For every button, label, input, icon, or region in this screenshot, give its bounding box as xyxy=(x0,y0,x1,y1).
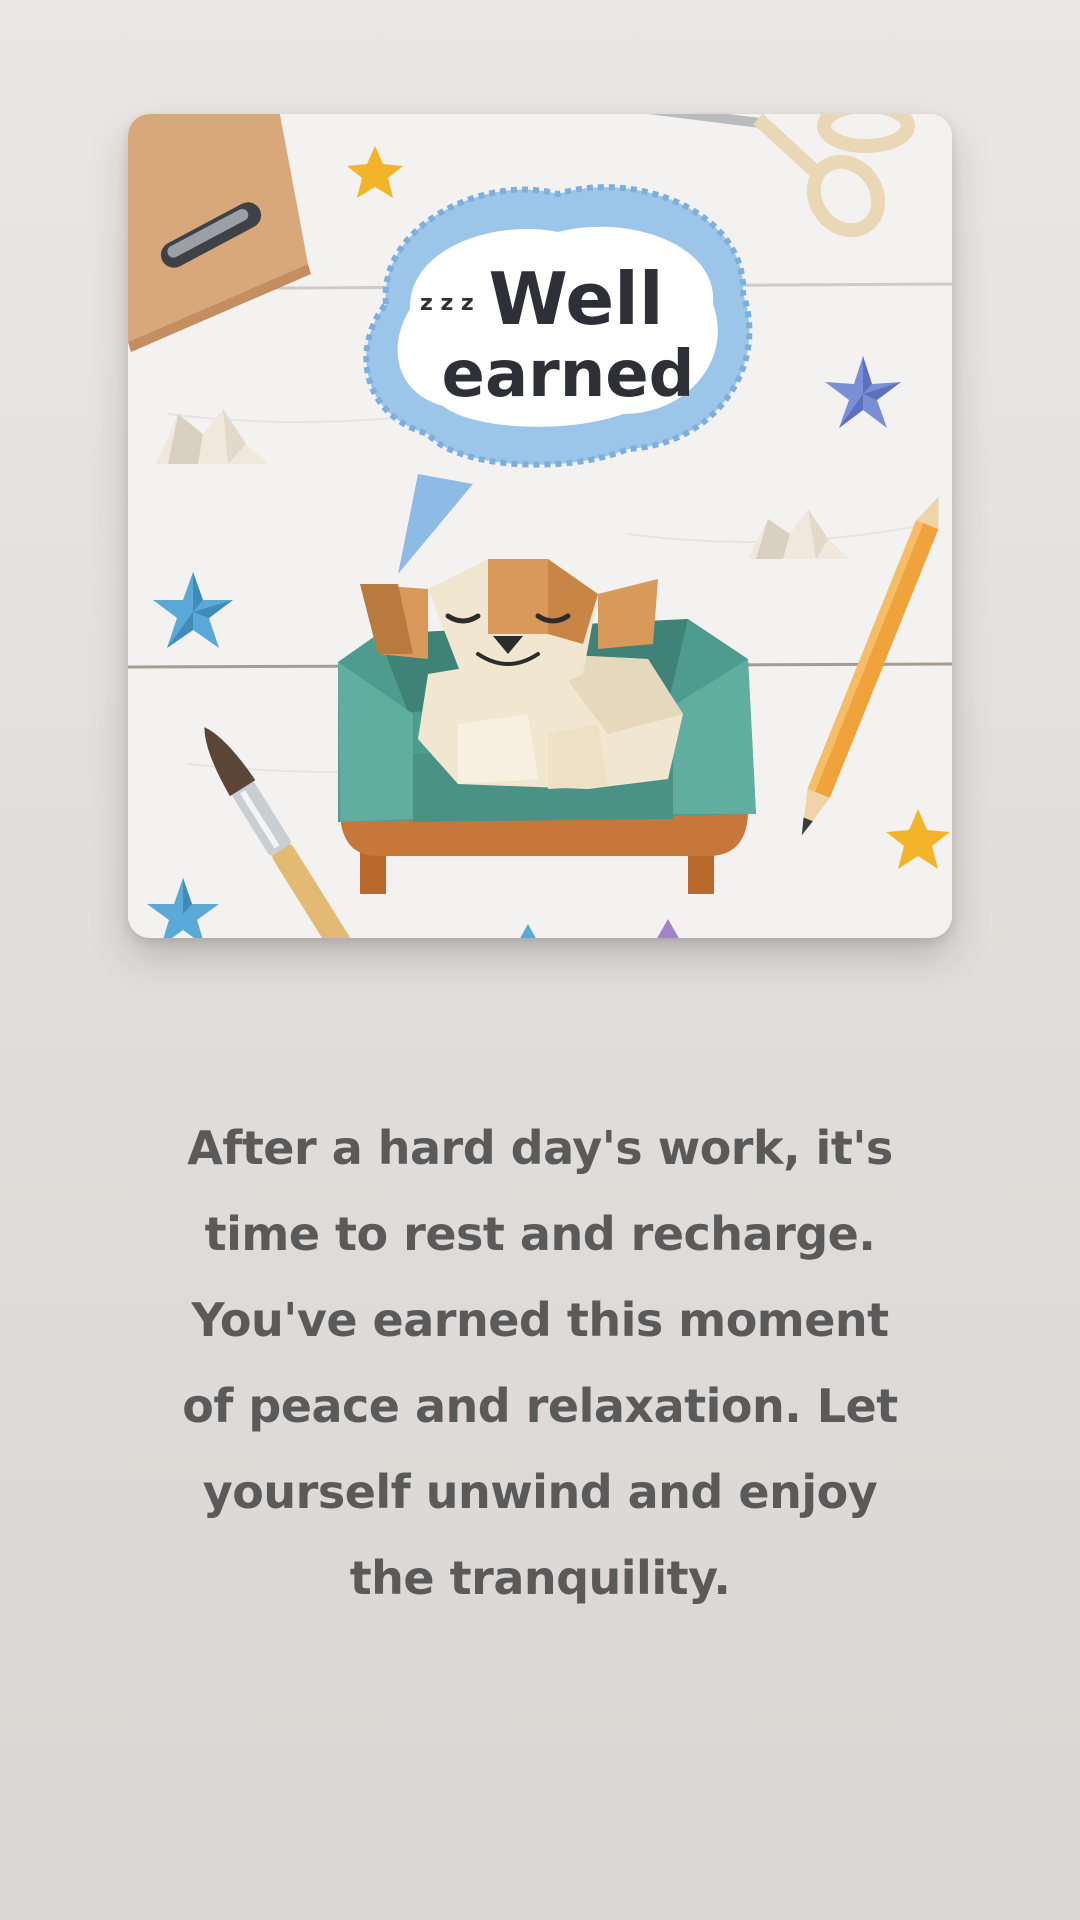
illustration-card: z z z Well earned xyxy=(128,114,952,938)
bubble-title-line2: earned xyxy=(442,338,695,412)
motivational-message: After a hard day's work, it's time to re… xyxy=(182,1121,898,1605)
zzz-label: z z z xyxy=(420,291,474,316)
bubble-title-line1: Well xyxy=(488,257,663,341)
origami-dog-illustration: z z z Well earned xyxy=(128,114,952,938)
